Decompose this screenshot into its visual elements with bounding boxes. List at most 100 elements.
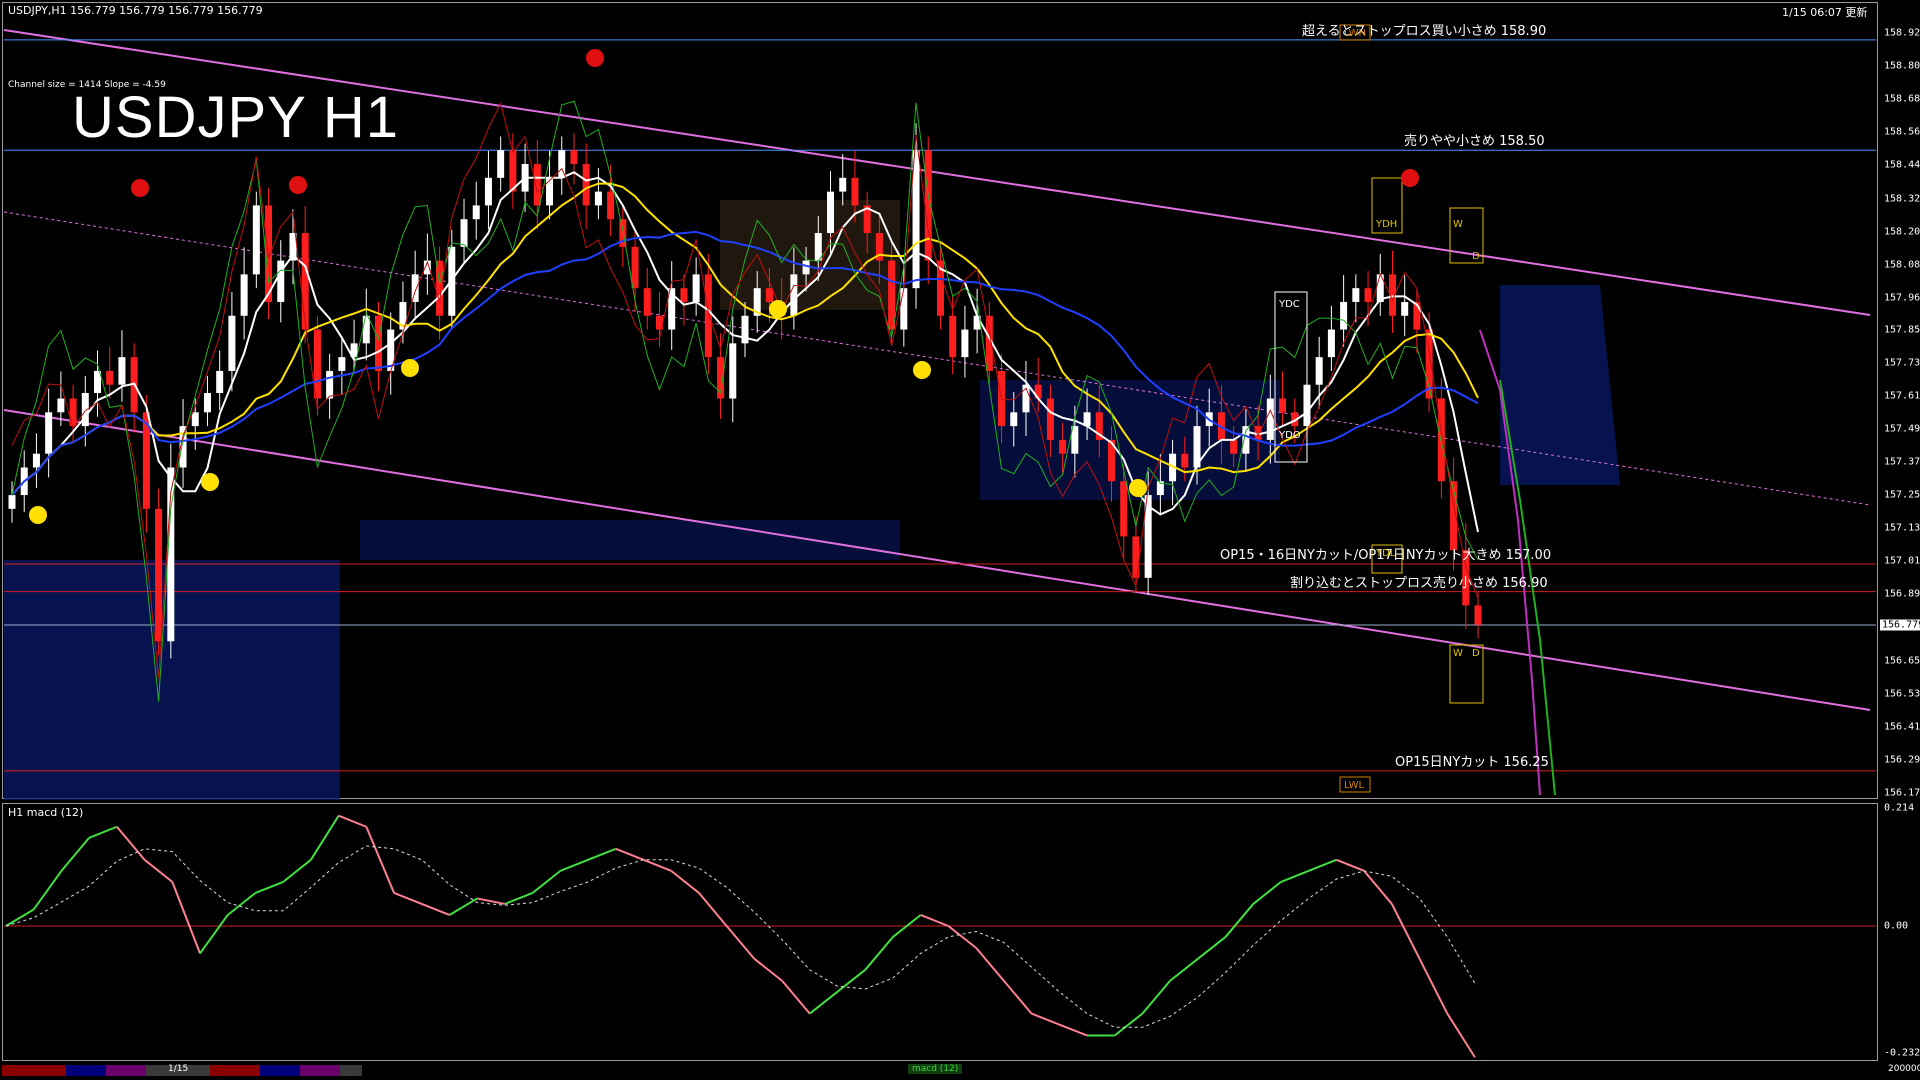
candle-body xyxy=(191,412,199,427)
macd-axis-top: 0.214 xyxy=(1884,802,1915,814)
lwl-label: LWL xyxy=(1344,780,1365,791)
macd-line-segment xyxy=(559,858,589,872)
candle-body xyxy=(643,288,651,316)
macd-line-segment xyxy=(5,908,35,927)
price-tick-label: 158.685 xyxy=(1884,93,1920,105)
macd-line-segment xyxy=(753,958,783,982)
cloud-area xyxy=(1500,285,1620,485)
candle-body xyxy=(460,219,468,247)
macd-line-segment xyxy=(864,936,894,971)
price-tick-label: 158.445 xyxy=(1884,159,1920,171)
macd-line-segment xyxy=(975,947,1005,982)
candle-body xyxy=(1352,288,1360,302)
candle-body xyxy=(1364,288,1372,302)
price-tick-label: 158.565 xyxy=(1884,126,1920,138)
candle-body xyxy=(1401,301,1409,316)
candle-body xyxy=(1266,398,1274,440)
ydh-label: YDH xyxy=(1376,219,1398,230)
macd-line-segment xyxy=(1418,958,1449,1015)
macd-line-segment xyxy=(531,870,561,894)
candle-body xyxy=(1230,439,1238,454)
w-label-bottom: W xyxy=(1453,648,1463,659)
macd-title: H1 macd (12) xyxy=(8,806,84,819)
price-tick-label: 158.805 xyxy=(1884,60,1920,72)
price-tick-label: 157.730 xyxy=(1884,357,1920,369)
price-tick-label: 158.205 xyxy=(1884,226,1920,238)
macd-line-segment xyxy=(199,914,229,954)
candle-body xyxy=(680,288,688,302)
macd-indicator-label: macd (12) xyxy=(908,1064,963,1074)
candle-body xyxy=(8,495,16,509)
macd-line-segment xyxy=(421,903,450,916)
candle-body xyxy=(533,164,541,206)
candle-body xyxy=(1181,453,1189,468)
bar-segment xyxy=(260,1065,300,1076)
candle-body xyxy=(1327,329,1335,358)
candle-body xyxy=(1474,605,1482,625)
candle-body xyxy=(1340,301,1348,330)
candle-body xyxy=(216,370,224,393)
macd-line-segment xyxy=(282,859,312,883)
macd-line-segment xyxy=(698,892,728,927)
candle-body xyxy=(203,393,211,413)
macd-line-segment xyxy=(643,858,672,872)
macd-line-segment xyxy=(1141,980,1171,1015)
macd-line-segment xyxy=(1224,903,1255,938)
macd-line-segment xyxy=(310,815,340,861)
ydo-label: YDO xyxy=(1279,430,1301,441)
candle-body xyxy=(1315,357,1323,385)
macd-line-segment xyxy=(809,990,839,1015)
price-tick-label: 156.890 xyxy=(1884,588,1920,600)
candle-body xyxy=(827,191,835,233)
candle-body xyxy=(1010,412,1018,427)
candle-body xyxy=(155,508,163,642)
bottom-value: 200000 xyxy=(1888,1064,1920,1074)
macd-line-segment xyxy=(171,881,201,954)
candle-body xyxy=(888,260,896,330)
bar-segment xyxy=(2,1065,66,1076)
macd-line-segment xyxy=(227,892,257,916)
macd-line-segment xyxy=(1446,1013,1476,1058)
price-tick-label: 156.410 xyxy=(1884,721,1920,733)
candle-body xyxy=(631,246,639,289)
candle-body xyxy=(692,274,700,302)
candle-body xyxy=(362,315,370,344)
candle-body xyxy=(594,191,602,206)
candle-body xyxy=(1279,398,1287,413)
candle-body xyxy=(704,274,712,358)
price-tick-label: 157.010 xyxy=(1884,555,1920,567)
candle-body xyxy=(497,150,505,178)
candle-body xyxy=(338,357,346,371)
macd-line-segment xyxy=(1390,903,1421,960)
price-tick-label: 157.490 xyxy=(1884,423,1920,435)
price-tick-label: 157.610 xyxy=(1884,390,1920,402)
buy-arrow-icon xyxy=(1129,479,1147,497)
bar-segment xyxy=(300,1065,340,1076)
candle-body xyxy=(301,233,309,330)
macd-line-segment xyxy=(1336,858,1365,872)
price-tick-label: 157.965 xyxy=(1884,292,1920,304)
ydl-label: YDL xyxy=(1376,548,1396,559)
macd-line-segment xyxy=(88,825,118,839)
d-label-bottom: D xyxy=(1472,648,1480,659)
cloud-area xyxy=(360,520,900,560)
level-text: 超えるとストップロス買い小さめ 158.90 xyxy=(1302,23,1547,39)
candle-body xyxy=(729,343,737,399)
buy-arrow-icon xyxy=(201,473,219,491)
macd-line-segment xyxy=(504,891,533,905)
level-text: 割り込むとストップロス売り小さめ 156.90 xyxy=(1290,575,1548,591)
candle-body xyxy=(582,164,590,206)
price-chart[interactable] xyxy=(0,0,1920,1080)
candle-body xyxy=(45,412,53,454)
candle-body xyxy=(802,260,810,275)
macd-line-segment xyxy=(1280,869,1310,883)
chart-title: USDJPY H1 xyxy=(72,85,400,150)
candle-body xyxy=(1059,439,1067,454)
candle-body xyxy=(57,398,65,413)
buy-arrow-icon xyxy=(913,361,931,379)
bottom-bar: 1/15 macd (12) 200000 xyxy=(2,1063,1920,1078)
macd-line-segment xyxy=(615,847,644,861)
candle-body xyxy=(949,315,957,358)
macd-line-segment xyxy=(1058,1023,1088,1037)
bar-segment xyxy=(210,1065,260,1076)
